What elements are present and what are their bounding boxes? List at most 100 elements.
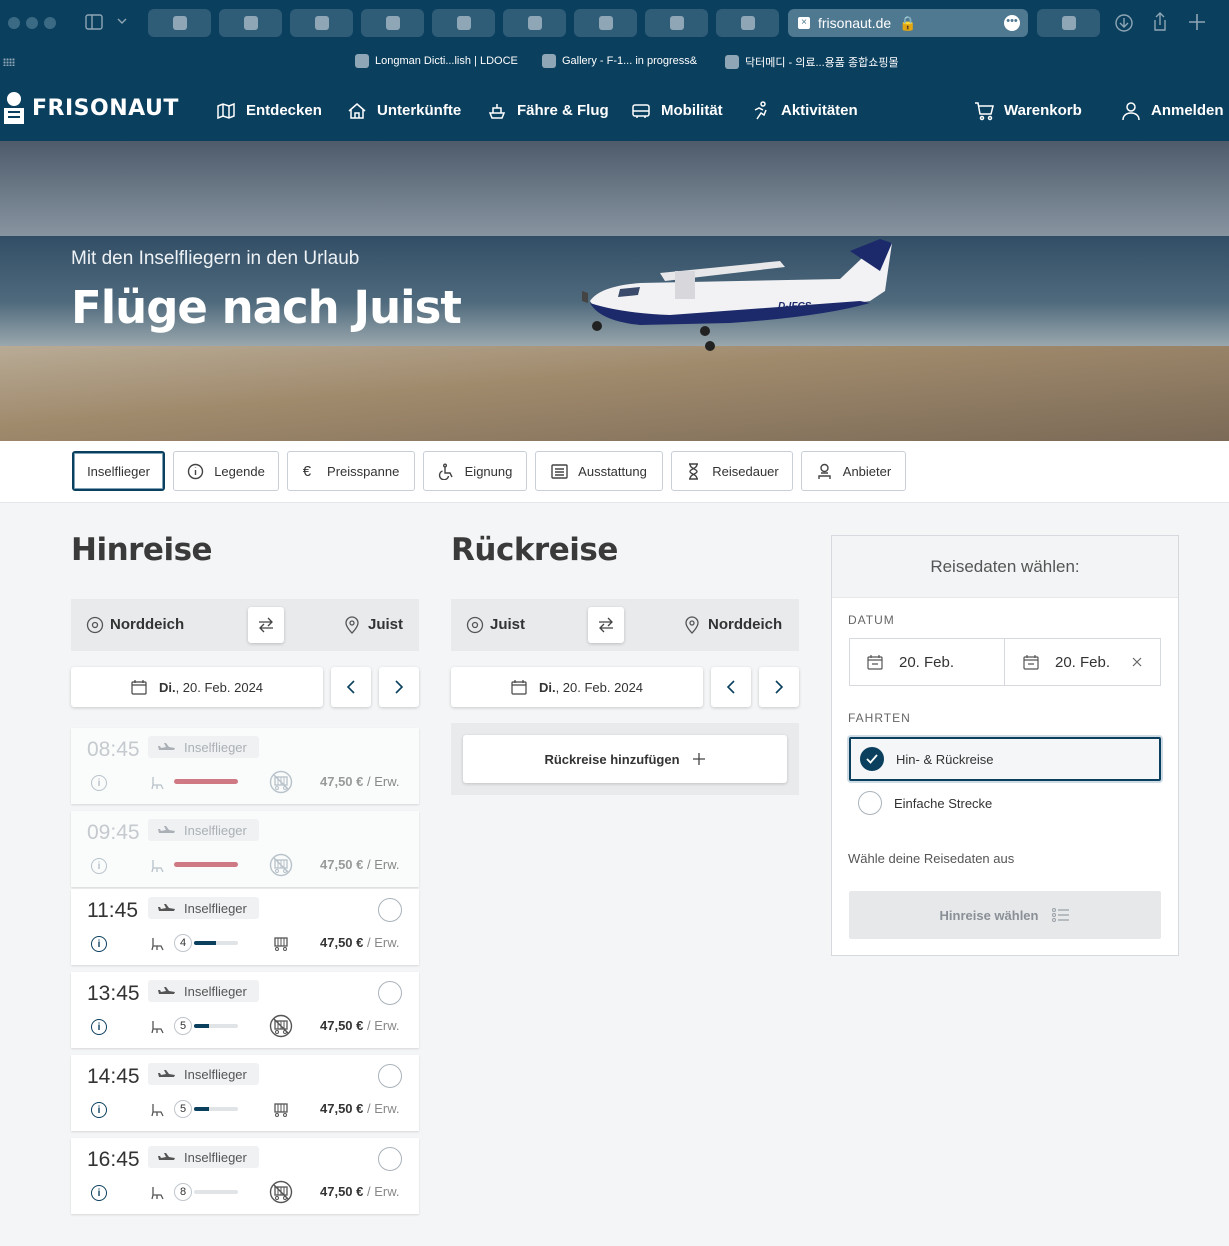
nav-cart[interactable]: Warenkorb: [974, 80, 1082, 141]
download-icon[interactable]: [1114, 13, 1134, 33]
activity-icon: [754, 100, 767, 119]
add-return-button[interactable]: Rückreise hinzufügen: [463, 735, 787, 783]
nav-unterkuenfte[interactable]: Unterkünfte: [347, 80, 461, 141]
info-icon[interactable]: i: [91, 1019, 107, 1035]
nav-aktivitaeten[interactable]: Aktivitäten: [751, 80, 858, 141]
filter-legende[interactable]: Legende: [173, 451, 279, 491]
flight-option[interactable]: 16:45 Inselflieger i 8 47,50 € / Erw.: [71, 1138, 419, 1214]
outbound-next-day-button[interactable]: [379, 667, 419, 707]
return-to[interactable]: Norddeich: [708, 616, 782, 633]
swap-route-button[interactable]: [588, 607, 624, 643]
submit-outbound-button[interactable]: Hinreise wählen: [849, 891, 1161, 939]
hero-subtitle: Mit den Inselfliegern in den Urlaub: [71, 248, 360, 269]
browser-tab[interactable]: [361, 9, 424, 37]
browser-tab[interactable]: [716, 9, 779, 37]
occupancy-bar: [194, 1190, 238, 1194]
occupancy-bar: [194, 1024, 238, 1028]
filter-inselflieger[interactable]: Inselflieger: [72, 451, 165, 491]
browser-tab[interactable]: [219, 9, 282, 37]
outbound-heading: Hinreise: [71, 532, 213, 568]
more-icon[interactable]: •••: [1004, 15, 1020, 31]
filter-reisedauer[interactable]: Reisedauer: [671, 451, 793, 491]
chevron-right-icon: [775, 680, 784, 694]
swap-route-button[interactable]: [248, 607, 284, 643]
return-prev-day-button[interactable]: [711, 667, 751, 707]
logo[interactable]: FRISONAUT: [2, 90, 179, 126]
option-single-trip[interactable]: Einfache Strecke: [849, 781, 1161, 825]
nav-login[interactable]: Anmelden: [1121, 80, 1224, 141]
return-next-day-button[interactable]: [759, 667, 799, 707]
flight-select-radio[interactable]: [378, 1147, 402, 1171]
panel-hint: Wähle deine Reisedaten aus: [848, 851, 1015, 866]
flight-option[interactable]: 11:45 Inselflieger i 4 47,50 € / Erw.: [71, 889, 419, 965]
apps-grid-icon[interactable]: [3, 58, 15, 66]
info-icon[interactable]: i: [91, 936, 107, 952]
outbound-prev-day-button[interactable]: [331, 667, 371, 707]
flight-select-radio[interactable]: [378, 981, 402, 1005]
new-tab-icon[interactable]: [1188, 13, 1206, 31]
browser-tab[interactable]: [432, 9, 495, 37]
outbound-to[interactable]: Juist: [368, 616, 403, 633]
window-minimize-icon[interactable]: [26, 17, 38, 29]
browser-tab[interactable]: [1037, 9, 1100, 37]
date-to-field[interactable]: 20. Feb.: [1005, 638, 1161, 686]
occupancy-bar: [194, 1107, 238, 1111]
travel-dates-panel: Reisedaten wählen: DATUM 20. Feb. 20. Fe…: [831, 535, 1179, 956]
tab-close-icon[interactable]: ×: [798, 17, 810, 29]
browser-tab[interactable]: [503, 9, 566, 37]
bookmark[interactable]: Longman Dicti...lish | LDOCE: [355, 54, 518, 68]
return-add-container: Rückreise hinzufügen: [451, 723, 799, 795]
bookmark[interactable]: Gallery - F-1... in progress&: [542, 54, 697, 68]
filter-preisspanne[interactable]: € Preisspanne: [287, 451, 415, 491]
return-date-picker[interactable]: Di., 20. Feb. 2024: [451, 667, 703, 707]
sidebar-icon[interactable]: [85, 14, 103, 30]
nav-entdecken[interactable]: Entdecken: [216, 80, 322, 141]
return-from[interactable]: Juist: [490, 616, 525, 633]
outbound-from[interactable]: Norddeich: [110, 616, 184, 633]
flight-option[interactable]: 09:45 Inselflieger i 47,50 € / Erw.: [71, 811, 419, 887]
bookmark[interactable]: 닥터메디 - 의료...용품 종합쇼핑몰: [725, 54, 899, 70]
address-bar[interactable]: × frisonaut.de 🔒 •••: [788, 9, 1028, 37]
browser-tab[interactable]: [574, 9, 637, 37]
return-heading: Rückreise: [451, 532, 618, 568]
info-icon[interactable]: i: [91, 1185, 107, 1201]
browser-tab[interactable]: [645, 9, 708, 37]
window-zoom-icon[interactable]: [44, 17, 56, 29]
info-icon[interactable]: i: [91, 775, 107, 791]
flight-select-radio[interactable]: [378, 898, 402, 922]
hero-title: Flüge nach Juist: [71, 281, 462, 334]
flight-price: 47,50 € / Erw.: [320, 774, 400, 789]
luggage-trolley-icon: [274, 937, 288, 951]
panel-title: Reisedaten wählen:: [832, 536, 1178, 598]
home-icon: [348, 102, 366, 119]
nav-mobilitaet[interactable]: Mobilität: [631, 80, 723, 141]
window-close-icon[interactable]: [8, 17, 20, 29]
cart-icon: [975, 101, 994, 120]
chevron-down-icon[interactable]: [117, 18, 127, 26]
operator-badge: Inselflieger: [148, 736, 259, 758]
occupancy-bar-full: [174, 862, 238, 867]
seat-count: 5: [174, 1017, 192, 1035]
site-header: FRISONAUT Entdecken Unterkünfte Fähre & …: [0, 80, 1229, 141]
flight-option[interactable]: 08:45 Inselflieger i 47,50 € / Erw.: [71, 728, 419, 804]
date-from-field[interactable]: 20. Feb.: [849, 638, 1005, 686]
flight-time: 11:45: [87, 899, 138, 922]
info-icon[interactable]: i: [91, 1102, 107, 1118]
clear-date-icon[interactable]: [1132, 657, 1142, 667]
option-round-trip[interactable]: Hin- & Rückreise: [849, 737, 1161, 781]
filter-eignung[interactable]: Eignung: [423, 451, 527, 491]
filter-ausstattung[interactable]: Ausstattung: [535, 451, 663, 491]
trips-label: FAHRTEN: [848, 711, 911, 725]
seat-count: 8: [174, 1183, 192, 1201]
flight-option[interactable]: 13:45 Inselflieger i 5 47,50 € / Erw.: [71, 972, 419, 1048]
info-icon[interactable]: i: [91, 858, 107, 874]
flight-select-radio[interactable]: [378, 1064, 402, 1088]
share-icon[interactable]: [1151, 12, 1169, 32]
browser-tab[interactable]: [148, 9, 211, 37]
filter-anbieter[interactable]: Anbieter: [801, 451, 906, 491]
outbound-date-picker[interactable]: Di., 20. Feb. 2024: [71, 667, 323, 707]
checkmark-icon: [860, 747, 884, 771]
nav-faehre-flug[interactable]: Fähre & Flug: [487, 80, 609, 141]
browser-tab[interactable]: [290, 9, 353, 37]
flight-option[interactable]: 14:45 Inselflieger i 5 47,50 € / Erw.: [71, 1055, 419, 1131]
